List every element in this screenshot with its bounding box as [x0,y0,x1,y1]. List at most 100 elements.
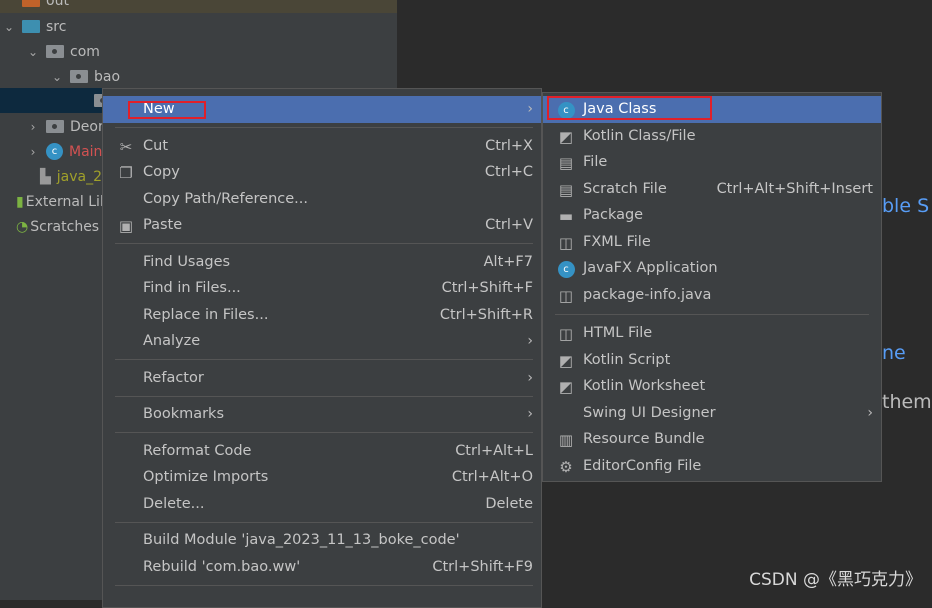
menu-item-javafx-application[interactable]: c JavaFX Application [543,255,881,282]
menu-item-label: Find in Files... [143,280,241,297]
editor-text-fragment: ne [882,342,906,364]
menu-item-label: Bookmarks [143,406,225,423]
menu-item-reformat-code[interactable]: Reformat Code Ctrl+Alt+L [103,438,541,465]
menu-item-paste[interactable]: ▣ Paste Ctrl+V [103,212,541,239]
chevron-icon[interactable]: › [26,145,40,159]
package-icon [70,70,88,83]
menu-item-file[interactable]: ▤ File [543,149,881,176]
menu-item-label: Kotlin Class/File [583,127,696,144]
menu-item-label: Rebuild 'com.bao.ww' [143,558,301,575]
menu-item-fxml-file[interactable]: ◫ FXML File [543,229,881,256]
chevron-right-icon: › [527,101,533,118]
menu-item-kotlin-worksheet[interactable]: ◩ Kotlin Worksheet [543,373,881,400]
menu-item-copy-path-reference[interactable]: Copy Path/Reference... [103,186,541,213]
menu-item-label: Paste [143,217,183,234]
shortcut-label: Ctrl+Alt+Shift+Insert [716,180,873,197]
editor-text-fragment: them [882,391,932,413]
menu-item-rebuild-com-bao-ww[interactable]: Rebuild 'com.bao.ww' Ctrl+Shift+F9 [103,554,541,581]
menu-item-delete[interactable]: Delete... Delete [103,491,541,518]
chevron-icon[interactable]: ⌄ [50,70,64,84]
menu-separator [103,517,541,527]
menu-item-build-module-java-2023-11-13-boke-code[interactable]: Build Module 'java_2023_11_13_boke_code' [103,527,541,554]
new-submenu: c Java Class ◩ Kotlin Class/File ▤ File ▤ Scrat… [542,92,882,482]
menu-item-label: Package [583,207,644,224]
menu-item-refactor[interactable]: Refactor › [103,365,541,392]
menu-separator [103,428,541,438]
menu-item-label: File [583,154,608,171]
clipboard-icon: ▣ [118,217,134,235]
menu-separator [103,580,541,590]
iml-file-icon: ▙ [40,168,51,185]
menu-item-label: EditorConfig File [583,457,702,474]
package-icon [46,120,64,133]
menu-item-label: Build Module 'java_2023_11_13_boke_code' [143,532,460,549]
chevron-icon[interactable]: › [26,120,40,134]
scissors-icon: ✂ [119,137,133,156]
menu-item-label: Resource Bundle [583,431,705,448]
scratch-file-icon: ▤ [558,180,574,199]
shortcut-label: Delete [485,495,533,512]
menu-item-package-info-java[interactable]: ◫ package-info.java [543,282,881,309]
tree-item-label: com [70,43,100,60]
menu-item-editorconfig-file[interactable]: ⚙ EditorConfig File [543,453,881,480]
file-icon: ▤ [558,154,574,172]
menu-item-kotlin-class-file[interactable]: ◩ Kotlin Class/File [543,123,881,150]
chevron-right-icon: › [527,406,533,423]
menu-separator [103,355,541,365]
java-class-icon: c [46,143,63,160]
tree-item-label: External Lib [25,193,109,210]
fxml-file-icon: ◫ [558,233,574,252]
menu-item-replace-in-files[interactable]: Replace in Files... Ctrl+Shift+R [103,302,541,329]
menu-item-analyze[interactable]: Analyze › [103,328,541,355]
menu-item-label: Optimize Imports [143,469,269,486]
source-folder-icon [22,20,40,33]
tree-item[interactable]: out [0,0,397,13]
menu-item-copy[interactable]: ❐ Copy Ctrl+C [103,159,541,186]
context-menu: New › ✂ Cut Ctrl+X ❐ Copy Ctrl+C Copy Path/Refer… [102,88,542,608]
tree-item[interactable]: ⌄ bao [0,64,397,89]
menu-item-cut[interactable]: ✂ Cut Ctrl+X [103,133,541,160]
shortcut-label: Ctrl+Alt+O [451,469,533,486]
editor-text-fragment: ble S [882,195,930,217]
menu-item-label: Find Usages [143,253,231,270]
copy-icon: ❐ [119,164,133,182]
chevron-icon[interactable]: ⌄ [2,20,16,34]
menu-item-label: Kotlin Script [583,351,671,368]
scratches-icon: ◔ [16,218,29,235]
menu-item-label: Analyze [143,333,201,350]
menu-item-label: FXML File [583,233,651,250]
chevron-icon[interactable]: ⌄ [26,45,40,59]
menu-item-scratch-file[interactable]: ▤ Scratch File Ctrl+Alt+Shift+Insert [543,176,881,203]
shortcut-label: Ctrl+Shift+R [439,306,533,323]
menu-separator [103,123,541,133]
menu-item-optimize-imports[interactable]: Optimize Imports Ctrl+Alt+O [103,464,541,491]
resource-bundle-icon: ▥ [558,431,574,449]
menu-item-label: Kotlin Worksheet [583,378,706,395]
javafx-icon: c [557,260,575,278]
shortcut-label: Ctrl+X [485,137,533,154]
chevron-right-icon: › [867,404,873,421]
menu-item-find-usages[interactable]: Find Usages Alt+F7 [103,249,541,276]
menu-item-label: Copy Path/Reference... [143,190,308,207]
tree-item[interactable]: ⌄ com [0,39,397,64]
menu-separator [103,239,541,249]
menu-item-kotlin-script[interactable]: ◩ Kotlin Script [543,347,881,374]
menu-item-package[interactable]: ▬ Package [543,202,881,229]
menu-item-label: Copy [143,164,180,181]
menu-item-label: package-info.java [583,286,712,303]
tree-item[interactable]: ⌄ src [0,14,397,39]
menu-item-html-file[interactable]: ◫ HTML File [543,320,881,347]
watermark: CSDN @《黑巧克力》 [749,570,922,590]
kotlin-file-icon: ◩ [558,127,574,146]
chevron-right-icon: › [527,369,533,386]
tree-item-label: Scratches a [30,218,113,235]
menu-item-bookmarks[interactable]: Bookmarks › [103,401,541,428]
html-file-icon: ◫ [558,325,574,343]
menu-item-swing-ui-designer[interactable]: Swing UI Designer › [543,400,881,427]
menu-item-label: Swing UI Designer [583,404,716,421]
menu-item-resource-bundle[interactable]: ▥ Resource Bundle [543,426,881,453]
annotation-box-java-class [547,96,712,120]
menu-item-find-in-files[interactable]: Find in Files... Ctrl+Shift+F [103,275,541,302]
tree-item-label: out [46,0,69,9]
tree-item-label: bao [94,68,121,85]
